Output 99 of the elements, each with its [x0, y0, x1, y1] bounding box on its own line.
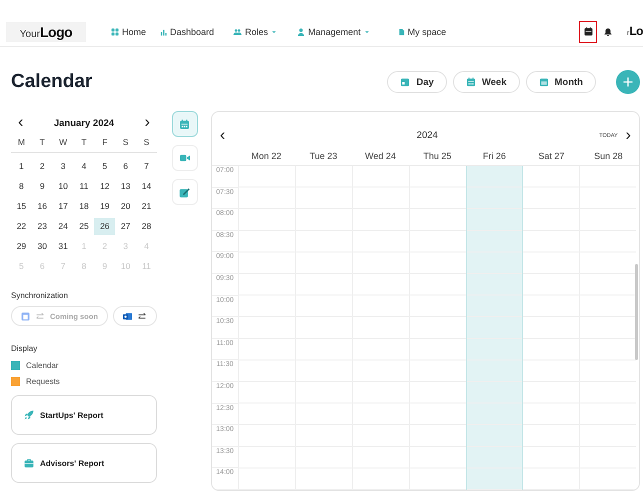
calendar-day[interactable]: 1: [11, 158, 32, 174]
calendar-day[interactable]: 10: [52, 178, 74, 194]
day-header: Sun 28: [593, 151, 624, 162]
calendar-day[interactable]: 15: [11, 198, 32, 214]
caret-icon: [364, 29, 370, 35]
page-title: Calendar: [11, 71, 92, 93]
calendar-day[interactable]: 22: [11, 218, 32, 234]
calendar-icon: [179, 118, 190, 130]
briefcase-icon: [24, 458, 34, 468]
day-column[interactable]: [466, 166, 523, 490]
grid-icon: [111, 28, 119, 36]
legend-label: Requests: [26, 377, 60, 386]
calendar-day[interactable]: 13: [115, 178, 136, 194]
day-header: Fri 26: [482, 151, 507, 162]
calendar-day[interactable]: 28: [136, 218, 157, 234]
chart-icon: [160, 28, 168, 36]
calendar-button[interactable]: [579, 20, 597, 42]
nav-link[interactable]: My space: [398, 27, 446, 37]
sync-button[interactable]: [112, 306, 157, 326]
calendar-day[interactable]: 5: [94, 158, 116, 174]
nav-link[interactable]: Home: [111, 27, 146, 37]
day-header: Tue 23: [308, 151, 338, 162]
video-camera-icon: [178, 153, 191, 163]
calendar-day[interactable]: 14: [136, 178, 157, 194]
edit-icon: [179, 186, 190, 198]
user-icon: [297, 28, 306, 36]
day-header: Mon 22: [250, 151, 282, 162]
calendar-day[interactable]: 20: [115, 198, 136, 214]
view-button[interactable]: Week: [452, 71, 520, 93]
day-header: Thu 25: [422, 151, 452, 162]
calendar-day[interactable]: 8: [11, 178, 32, 194]
day-column[interactable]: [238, 166, 295, 490]
weekday-label: F: [101, 136, 108, 146]
calendar-day[interactable]: 19: [94, 198, 116, 214]
plus-icon: [622, 76, 634, 88]
weekday-label: T: [38, 136, 46, 146]
rocket-icon: [24, 410, 34, 420]
calendar-month-icon: [538, 77, 548, 87]
report-button[interactable]: StartUps' Report: [11, 395, 157, 435]
view-button[interactable]: Month: [526, 71, 596, 93]
calendar-day[interactable]: 26: [94, 218, 116, 234]
next-week-button[interactable]: ›: [626, 128, 631, 144]
file-icon: [398, 28, 405, 36]
add-button[interactable]: [616, 70, 640, 94]
calendar-icon: [584, 27, 592, 36]
calendar-day[interactable]: 4: [74, 158, 94, 174]
logo[interactable]: YourLogo: [6, 22, 86, 42]
section-label: Synchronization: [11, 291, 69, 300]
calendar-day[interactable]: 21: [136, 198, 157, 214]
previous-week-button[interactable]: ‹: [220, 128, 226, 144]
previous-month-button[interactable]: ‹: [18, 115, 24, 131]
tool-button[interactable]: [172, 111, 198, 137]
year-label: 2024: [416, 130, 438, 142]
users-icon: [233, 28, 242, 36]
nav-link[interactable]: Dashboard: [160, 27, 214, 37]
weekday-label: S: [122, 136, 130, 146]
calendar-week-icon: [466, 77, 476, 87]
day-header: Wed 24: [364, 151, 397, 162]
day-header: Sat 27: [537, 151, 566, 162]
calendar-icon: [21, 312, 30, 320]
calendar-day[interactable]: 3: [52, 158, 74, 174]
weekday-label: W: [58, 136, 68, 146]
mail-app-icon: [122, 312, 132, 320]
weekday-label: T: [80, 136, 88, 146]
view-button[interactable]: Day: [387, 71, 447, 93]
day-column[interactable]: [578, 166, 636, 490]
calendar-day[interactable]: 29: [11, 238, 32, 254]
nav-link[interactable]: Management: [297, 27, 370, 37]
report-button[interactable]: Advisors' Report: [11, 443, 157, 483]
calendar-day[interactable]: 7: [136, 158, 157, 174]
section-label: Display: [11, 344, 38, 353]
calendar-day[interactable]: 23: [32, 218, 53, 234]
day-column[interactable]: [408, 166, 466, 490]
calendar-day[interactable]: 17: [52, 198, 74, 214]
calendar-day[interactable]: 25: [74, 218, 94, 234]
calendar-day-icon: [400, 77, 410, 87]
nav-link[interactable]: Roles: [233, 27, 278, 37]
legend-label: Calendar: [26, 361, 58, 370]
calendar-day[interactable]: 24: [52, 218, 74, 234]
calendar-day[interactable]: 12: [94, 178, 116, 194]
weekday-label: M: [16, 136, 26, 146]
next-month-button[interactable]: ›: [144, 115, 150, 131]
day-column[interactable]: [352, 166, 409, 490]
swap-arrows-icon: [136, 312, 147, 320]
weekday-label: S: [142, 136, 150, 146]
calendar-day[interactable]: 16: [32, 198, 53, 214]
caret-icon: [271, 29, 278, 35]
calendar-day[interactable]: 31: [52, 238, 74, 254]
calendar-day[interactable]: 11: [74, 178, 94, 194]
calendar-day[interactable]: 27: [115, 218, 136, 234]
calendar-day[interactable]: 18: [74, 198, 94, 214]
swap-arrows-icon: [35, 312, 45, 320]
month-label: January 2024: [54, 118, 114, 128]
calendar-day[interactable]: 9: [32, 178, 53, 194]
calendar-day[interactable]: 2: [32, 158, 53, 174]
day-column[interactable]: [294, 166, 352, 490]
bell-icon: [604, 28, 612, 36]
calendar-day[interactable]: 30: [32, 238, 53, 254]
calendar-day[interactable]: 6: [115, 158, 136, 174]
